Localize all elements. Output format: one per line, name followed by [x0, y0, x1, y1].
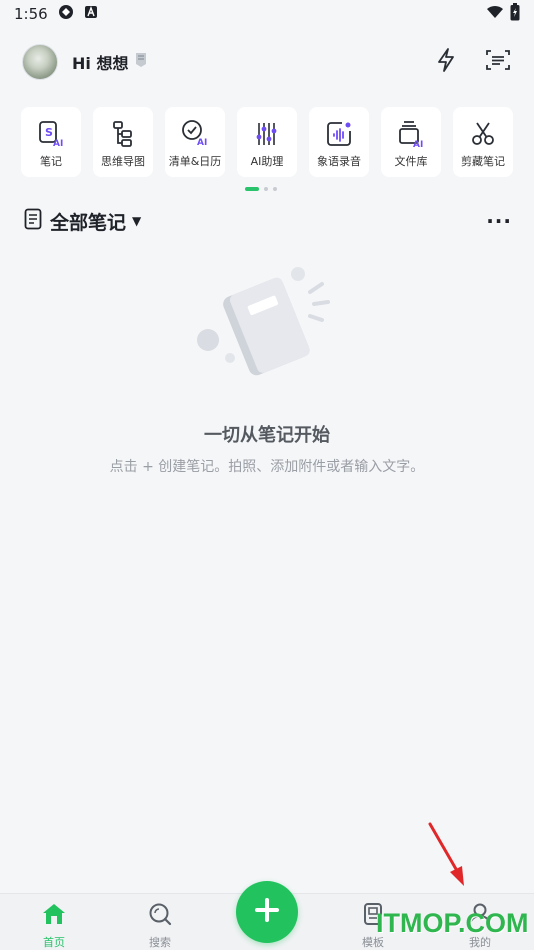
pager-dot: [264, 187, 268, 191]
ai-file-library-icon: AI: [396, 119, 426, 149]
tile-label: 笔记: [40, 155, 62, 168]
scan-icon: [485, 48, 511, 76]
nav-search[interactable]: 搜索: [130, 902, 190, 950]
ai-assistant-icon: [252, 119, 282, 149]
notes-filter-dropdown[interactable]: 全部笔记: [50, 208, 126, 235]
tile-label: 文件库: [394, 155, 428, 168]
status-bar: 1:56: [0, 0, 534, 28]
header: Hi 想想: [22, 42, 512, 82]
member-badge-icon: [134, 52, 148, 72]
nav-search-label: 搜索: [149, 936, 171, 949]
tile-label: 思维导图: [101, 155, 145, 168]
search-icon: [147, 902, 173, 930]
tiles-pager: [245, 187, 277, 191]
avatar[interactable]: [22, 44, 58, 80]
caret-down-icon[interactable]: ▼: [132, 214, 141, 228]
app-notification-icon: [58, 4, 74, 24]
empty-notes-illustration: [190, 262, 346, 388]
notification-a-icon: [84, 5, 98, 23]
notebook-icon: [24, 208, 42, 234]
tile-label: 清单&日历: [168, 155, 222, 168]
tile-note[interactable]: S AI 笔记: [21, 107, 81, 177]
lightning-icon: [435, 47, 457, 77]
scissors-icon: [468, 119, 498, 149]
watermark: ITMOP.COM: [376, 908, 529, 938]
greeting-text: Hi 想想: [72, 54, 129, 73]
tile-label: 剪藏笔记: [461, 155, 505, 168]
tile-file-library[interactable]: AI 文件库: [381, 107, 441, 177]
mindmap-icon: [108, 119, 138, 149]
plus-icon: [254, 897, 280, 927]
quick-actions: S AI 笔记 思维导图 AI 清单&日历 AI助理 象语录音 AI 文件库 剪…: [21, 107, 513, 179]
home-icon: [41, 902, 67, 930]
svg-text:AI: AI: [53, 139, 63, 149]
pager-dot: [273, 187, 277, 191]
add-note-button[interactable]: [236, 881, 298, 943]
scan-button[interactable]: [484, 48, 512, 76]
tile-checklist[interactable]: AI 清单&日历: [165, 107, 225, 177]
empty-state-subtitle: 点击 + 创建笔记。拍照、添加附件或者输入文字。: [109, 459, 425, 475]
nav-home[interactable]: 首页: [24, 902, 84, 950]
svg-text:AI: AI: [197, 138, 207, 148]
svg-text:S: S: [45, 126, 53, 139]
ai-note-icon: S AI: [36, 119, 66, 149]
tile-clip-note[interactable]: 剪藏笔记: [453, 107, 513, 177]
tile-voice-record[interactable]: 象语录音: [309, 107, 369, 177]
svg-text:AI: AI: [413, 140, 423, 149]
flash-button[interactable]: [432, 48, 460, 76]
status-time: 1:56: [14, 5, 48, 23]
tile-ai-assistant[interactable]: AI助理: [237, 107, 297, 177]
battery-icon: [510, 3, 520, 25]
tile-label: AI助理: [250, 155, 284, 168]
more-options-button[interactable]: ···: [486, 209, 512, 233]
ai-checklist-icon: AI: [180, 119, 210, 149]
pager-dot-active: [245, 187, 259, 191]
greeting[interactable]: Hi 想想: [72, 50, 148, 74]
voice-record-icon: [324, 119, 354, 149]
tile-label: 象语录音: [317, 155, 361, 168]
nav-home-label: 首页: [43, 936, 65, 949]
empty-state-title: 一切从笔记开始: [204, 425, 330, 446]
annotation-arrow-icon: [428, 822, 464, 886]
tile-mindmap[interactable]: 思维导图: [93, 107, 153, 177]
notes-section-header: 全部笔记 ▼ ···: [24, 208, 514, 234]
wifi-icon: [486, 5, 504, 23]
